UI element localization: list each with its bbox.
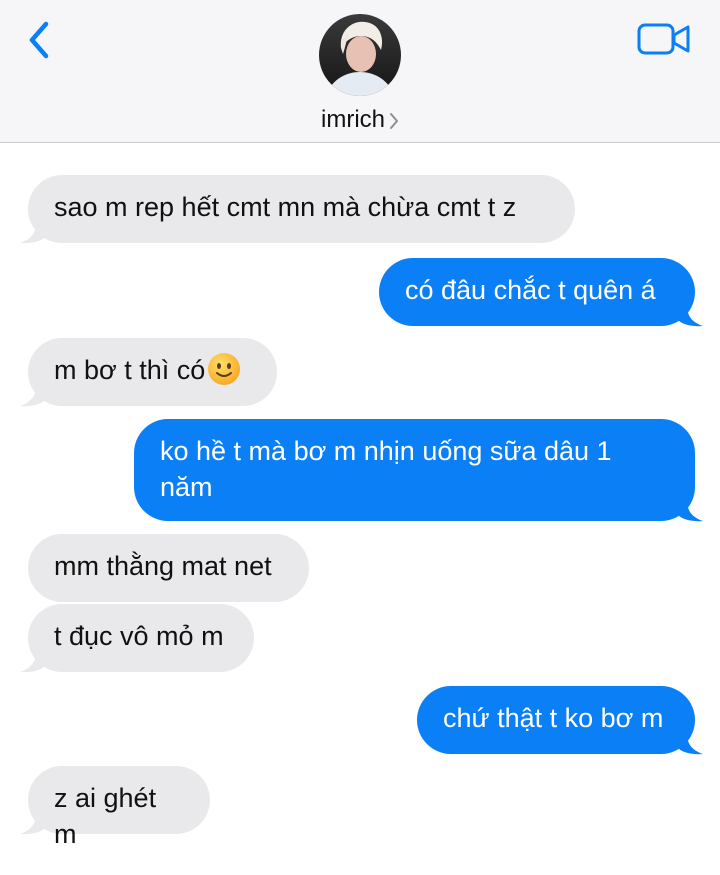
message-thread: sao m rep hết cmt mn mà chừa cmt t z có … [0,143,720,875]
bubble-tail [20,385,46,407]
bubble-tail [677,500,703,522]
message-text: mm thằng mat net [54,551,272,581]
contact-name: imrich [321,106,385,133]
chevron-left-icon [29,21,49,59]
chevron-right-icon [390,112,398,129]
conversation-header: imrich [0,0,720,143]
message-text: chứ thật t ko bơ m [443,703,664,733]
bubble-tail [20,222,46,244]
bubble-tail [677,305,703,327]
message-bubble-outgoing[interactable]: ko hề t mà bơ m nhịn uống sữa dâu 1 năm [134,419,703,522]
bubble-tail [20,651,46,673]
message-bubble-outgoing[interactable]: có đâu chắc t quên á [379,258,703,327]
message-text: ko hề t mà bơ m nhịn uống sữa dâu 1 năm [160,436,612,502]
message-bubble-incoming[interactable]: t đục vô mỏ m [20,604,254,673]
bubble-tail [677,733,703,755]
video-call-button[interactable] [636,20,692,60]
message-bubble-incoming[interactable]: mm thằng mat net [28,534,309,602]
message-text: z ai ghét m [54,783,157,849]
contact-avatar[interactable] [319,14,401,96]
message-bubble-outgoing[interactable]: chứ thật t ko bơ m [417,686,703,755]
message-text: t đục vô mỏ m [54,621,224,651]
message-text: có đâu chắc t quên á [405,275,656,305]
message-text: sao m rep hết cmt mn mà chừa cmt t z [54,192,517,222]
avatar-image [319,14,401,96]
back-button[interactable] [24,18,64,62]
video-camera-icon [637,23,690,55]
slightly-smiling-face-icon [208,353,241,385]
message-text: m bơ t thì có [54,355,206,385]
message-bubble-incoming[interactable]: m bơ t thì có [20,338,277,407]
message-bubble-incoming[interactable]: sao m rep hết cmt mn mà chừa cmt t z [20,175,575,244]
message-bubble-incoming[interactable]: z ai ghét m [20,766,210,849]
bubble-tail [20,813,46,835]
contact-name-button[interactable]: imrich [0,106,720,134]
